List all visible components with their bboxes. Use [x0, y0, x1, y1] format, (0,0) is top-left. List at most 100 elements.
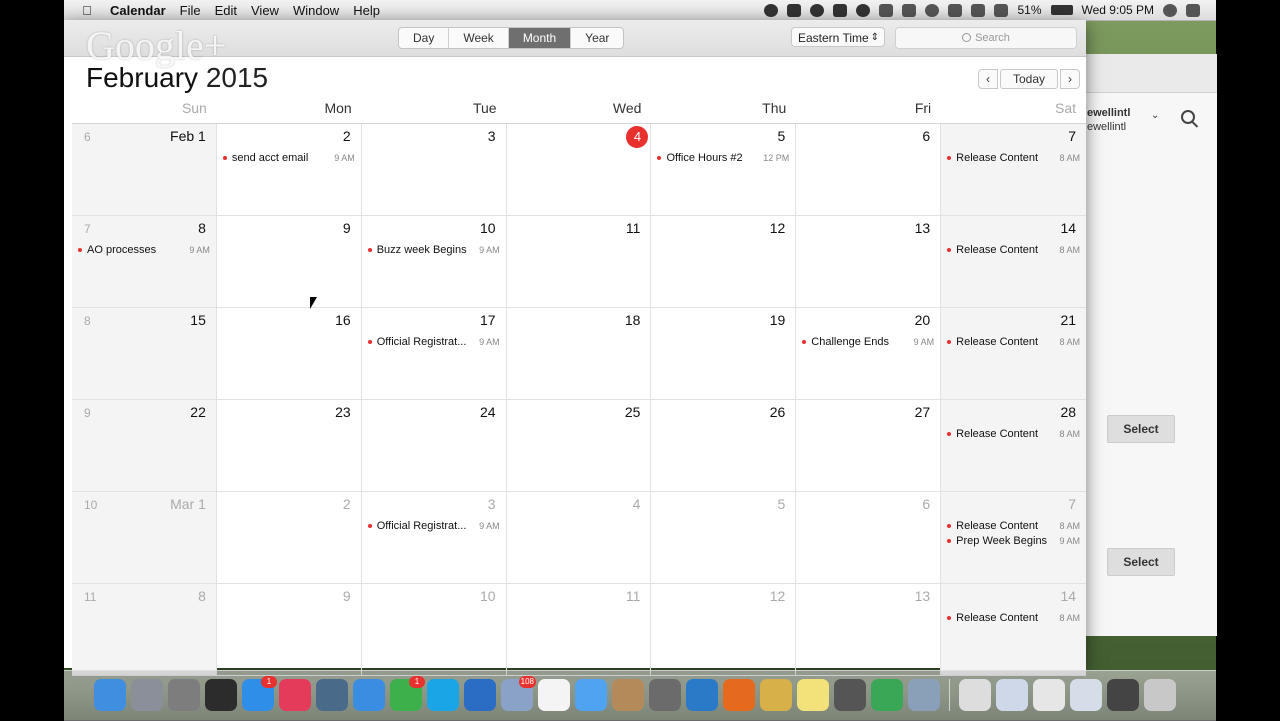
- remote-desktop-icon[interactable]: [834, 679, 866, 711]
- view-month-button[interactable]: Month: [508, 28, 572, 48]
- day-cell[interactable]: 6: [796, 124, 942, 215]
- menu-view[interactable]: View: [251, 3, 279, 18]
- day-cell[interactable]: 5: [651, 492, 797, 583]
- view-day-button[interactable]: Day: [399, 28, 450, 48]
- day-cell[interactable]: 12: [651, 216, 797, 307]
- day-cell[interactable]: 13: [796, 216, 942, 307]
- notes-icon[interactable]: [797, 679, 829, 711]
- trash-icon[interactable]: [1144, 679, 1176, 711]
- day-cell[interactable]: 5 Office Hours #2 12 PM: [651, 124, 797, 215]
- clock[interactable]: Wed 9:05 PM: [1082, 3, 1154, 17]
- day-cell[interactable]: 14 Release Content 8 AM: [941, 584, 1087, 675]
- preview-icon[interactable]: [316, 679, 348, 711]
- day-cell[interactable]: 9: [217, 216, 362, 307]
- mail-icon[interactable]: 108: [501, 676, 536, 711]
- day-cell[interactable]: 2 send acct email 9 AM: [217, 124, 362, 215]
- day-cell[interactable]: 8 15: [72, 308, 217, 399]
- day-cell[interactable]: 10 Buzz week Begins 9 AM: [362, 216, 507, 307]
- app-store-icon[interactable]: 1: [242, 676, 277, 711]
- launchpad-icon[interactable]: [131, 679, 163, 711]
- contacts-icon[interactable]: [612, 679, 644, 711]
- calendar-event[interactable]: Release Content 8 AM: [947, 244, 1080, 256]
- day-cell[interactable]: 4: [507, 124, 652, 215]
- airplay-icon[interactable]: [902, 3, 917, 17]
- calendar-event[interactable]: Release Content 8 AM: [947, 612, 1080, 624]
- select-button-1[interactable]: Select: [1107, 415, 1175, 443]
- menu-edit[interactable]: Edit: [215, 3, 237, 18]
- adobe-icon[interactable]: [879, 3, 894, 17]
- day-cell[interactable]: 11: [507, 216, 652, 307]
- safari-icon[interactable]: [353, 679, 385, 711]
- calendar-event[interactable]: AO processes 9 AM: [78, 244, 210, 256]
- stack-document-3-icon[interactable]: [1033, 679, 1065, 711]
- apple-menu-icon[interactable]: : [74, 3, 100, 18]
- messages-icon[interactable]: [575, 679, 607, 711]
- chrome-icon[interactable]: [871, 679, 903, 711]
- today-button[interactable]: Today: [1000, 69, 1058, 89]
- spotlight-search-icon[interactable]: [1163, 3, 1177, 17]
- stack-document-1-icon[interactable]: [959, 679, 991, 711]
- day-cell[interactable]: 24: [362, 400, 507, 491]
- day-cell[interactable]: 26: [651, 400, 797, 491]
- wifi-icon[interactable]: [971, 3, 986, 17]
- day-cell[interactable]: 7 Release Content 8 AM Prep Week Begins 9 AM: [941, 492, 1087, 583]
- day-cell[interactable]: 3 Official Registrat... 9 AM: [362, 492, 507, 583]
- menu-app-name[interactable]: Calendar: [110, 3, 166, 18]
- stack-document-2-icon[interactable]: [996, 679, 1028, 711]
- calculator-icon[interactable]: [649, 679, 681, 711]
- day-cell[interactable]: 28 Release Content 8 AM: [941, 400, 1087, 491]
- photos-icon[interactable]: [760, 679, 792, 711]
- stack-document-4-icon[interactable]: [1070, 679, 1102, 711]
- view-week-button[interactable]: Week: [449, 28, 509, 48]
- timezone-select[interactable]: Eastern Time ⇕: [791, 27, 885, 47]
- activity-monitor-icon[interactable]: [205, 679, 237, 711]
- menu-file[interactable]: File: [180, 3, 201, 18]
- day-cell[interactable]: 21 Release Content 8 AM: [941, 308, 1087, 399]
- creative-cloud-icon[interactable]: [856, 3, 871, 17]
- day-cell[interactable]: 2: [217, 492, 362, 583]
- day-cell[interactable]: 11: [507, 584, 652, 675]
- battery-percent[interactable]: 51%: [1017, 3, 1041, 17]
- calendar-icon[interactable]: [538, 679, 570, 711]
- calendar-event[interactable]: Official Registrat... 9 AM: [367, 336, 500, 348]
- day-cell[interactable]: 19: [651, 308, 797, 399]
- day-cell[interactable]: 9 22: [72, 400, 217, 491]
- calendar-event[interactable]: Release Content 8 AM: [947, 152, 1080, 164]
- day-cell[interactable]: 11 8: [72, 584, 217, 675]
- calendar-event[interactable]: Release Content 8 AM: [947, 428, 1080, 440]
- search-icon[interactable]: [1181, 110, 1195, 124]
- time-machine-icon[interactable]: [925, 3, 940, 17]
- battery-icon[interactable]: [1050, 5, 1073, 15]
- day-cell[interactable]: 17 Official Registrat... 9 AM: [362, 308, 507, 399]
- day-cell[interactable]: 9: [217, 584, 362, 675]
- word-icon[interactable]: [464, 679, 496, 711]
- account-chevron-down-icon[interactable]: ⌄: [1151, 109, 1159, 123]
- bluetooth-icon[interactable]: [948, 3, 963, 17]
- calendar-event[interactable]: Prep Week Begins 9 AM: [947, 535, 1080, 547]
- calendar-event[interactable]: send acct email 9 AM: [222, 152, 355, 164]
- calendar-search-field[interactable]: Search: [895, 27, 1077, 49]
- day-cell[interactable]: 7 8 AO processes 9 AM: [72, 216, 217, 307]
- status-app-icon[interactable]: [764, 3, 779, 17]
- day-cell[interactable]: 14 Release Content 8 AM: [941, 216, 1087, 307]
- day-cell[interactable]: 3: [362, 124, 507, 215]
- day-cell[interactable]: 13: [796, 584, 942, 675]
- day-cell[interactable]: 10 Mar 1: [72, 492, 217, 583]
- day-cell[interactable]: 7 Release Content 8 AM: [941, 124, 1087, 215]
- menu-help[interactable]: Help: [353, 3, 380, 18]
- day-cell[interactable]: 6: [796, 492, 942, 583]
- day-cell[interactable]: 18: [507, 308, 652, 399]
- stack-document-5-icon[interactable]: [1107, 679, 1139, 711]
- day-cell[interactable]: 25: [507, 400, 652, 491]
- notification-center-icon[interactable]: [1186, 3, 1200, 17]
- day-cell[interactable]: 6 Feb 1: [72, 124, 217, 215]
- day-cell[interactable]: 23: [217, 400, 362, 491]
- day-cell[interactable]: 10: [362, 584, 507, 675]
- system-preferences-icon[interactable]: [168, 679, 200, 711]
- calendar-event[interactable]: Release Content 8 AM: [947, 520, 1080, 532]
- calendar-event[interactable]: Official Registrat... 9 AM: [367, 520, 500, 532]
- xcode-icon[interactable]: [686, 679, 718, 711]
- select-button-2[interactable]: Select: [1107, 548, 1175, 576]
- camera-icon[interactable]: [787, 3, 802, 17]
- evernote-icon[interactable]: [810, 3, 825, 17]
